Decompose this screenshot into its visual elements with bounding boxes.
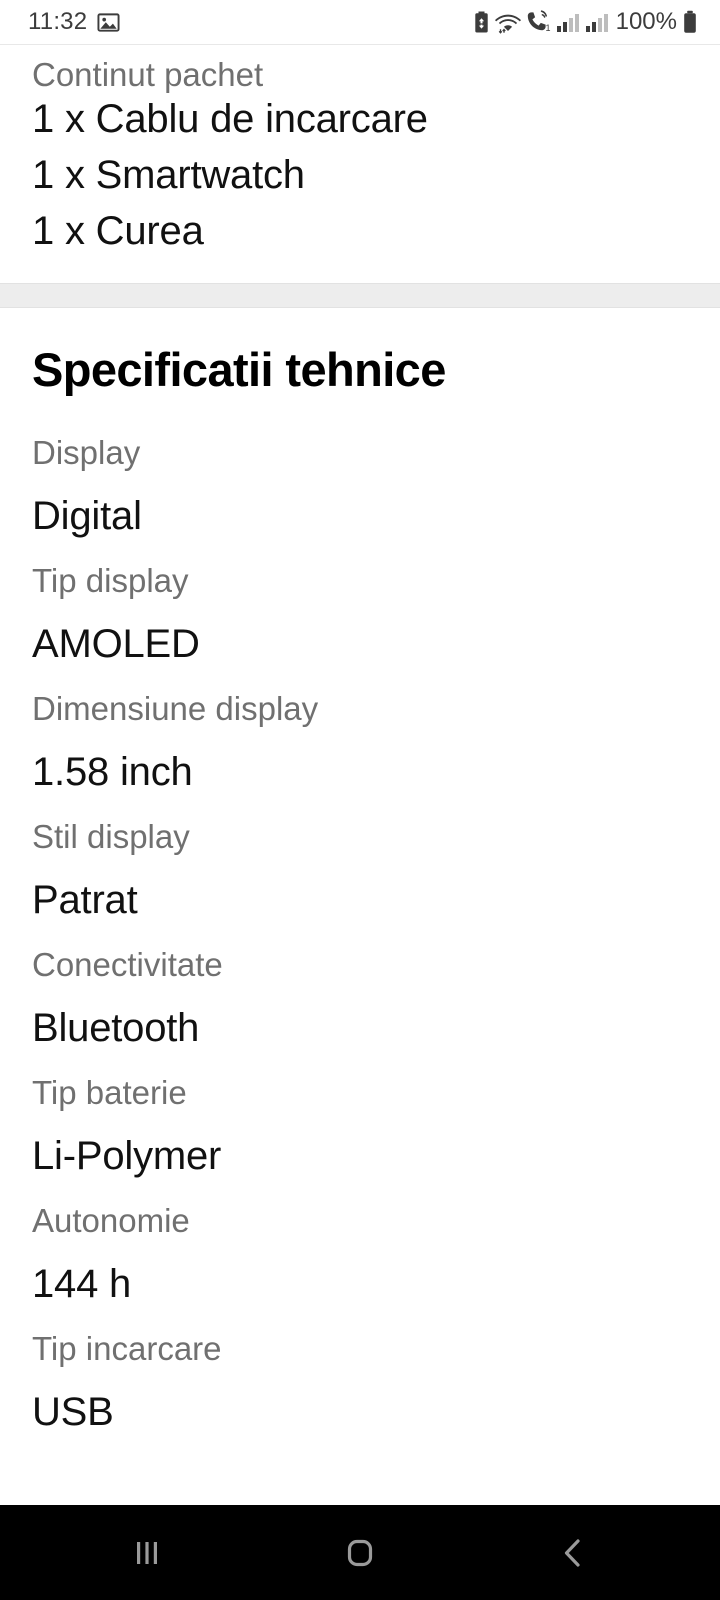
svg-text:1: 1 — [545, 23, 550, 33]
table-row: Conectivitate Bluetooth — [32, 933, 688, 1061]
signal-sim2-icon — [585, 10, 609, 34]
wifi-icon — [494, 10, 521, 34]
spec-value: 1.58 inch — [32, 750, 193, 794]
table-row: Dimensiune display 1.58 inch — [32, 677, 688, 805]
table-row: Autonomie 144 h — [32, 1189, 688, 1317]
screenshot-image-icon — [97, 11, 120, 34]
spec-value: Digital — [32, 494, 142, 538]
home-icon — [347, 1539, 373, 1566]
table-row: Tip incarcare USB — [32, 1317, 688, 1445]
battery-icon — [682, 10, 698, 34]
technical-specs-section: Specificatii tehnice Display Digital Tip… — [0, 308, 720, 1445]
table-row: Tip baterie Li-Polymer — [32, 1061, 688, 1189]
back-button[interactable] — [498, 1505, 648, 1600]
spec-value: USB — [32, 1390, 114, 1434]
home-button[interactable] — [285, 1505, 435, 1600]
recents-icon — [136, 1541, 157, 1564]
spec-label: Autonomie — [32, 1202, 190, 1239]
page-title: Specificatii tehnice — [32, 343, 446, 396]
back-chevron-icon — [565, 1538, 580, 1567]
list-item: 1 x Cablu de incarcare — [32, 97, 428, 141]
status-bar-left: 11:32 — [28, 10, 120, 34]
data-saver-icon — [473, 10, 490, 34]
status-bar-right: 1 100% — [473, 10, 698, 34]
spec-value: Patrat — [32, 878, 138, 922]
spec-value: 144 h — [32, 1262, 132, 1306]
volte-call-icon: 1 — [526, 10, 551, 34]
spec-label: Stil display — [32, 818, 190, 855]
android-navigation-bar — [0, 1505, 720, 1600]
table-row: Display Digital — [32, 421, 688, 549]
spec-value: Li-Polymer — [32, 1134, 222, 1178]
table-row: Tip display AMOLED — [32, 549, 688, 677]
spec-label: Conectivitate — [32, 946, 223, 983]
specs-list: Display Digital Tip display AMOLED Dimen… — [32, 393, 688, 1445]
product-detail-scroll-area[interactable]: Continut pachet 1 x Cablu de incarcare 1… — [0, 45, 720, 1505]
status-bar: 11:32 1 100% — [0, 0, 720, 45]
spec-value: AMOLED — [32, 622, 200, 666]
spec-label: Tip display — [32, 562, 189, 599]
battery-percent-label: 100% — [615, 8, 677, 35]
spec-label: Dimensiune display — [32, 690, 319, 727]
list-item: 1 x Curea — [32, 209, 204, 253]
package-contents-title: Continut pachet — [32, 56, 264, 93]
phone-screen: 11:32 1 100% Continut pachet 1 x Cablu d… — [0, 0, 720, 1600]
package-contents-section: Continut pachet 1 x Cablu de incarcare 1… — [0, 45, 720, 283]
status-bar-clock: 11:32 — [28, 8, 88, 35]
spec-label: Tip incarcare — [32, 1330, 222, 1367]
section-divider — [0, 283, 720, 308]
spec-label: Display — [32, 434, 141, 471]
recents-button[interactable] — [72, 1505, 222, 1600]
spec-label: Tip baterie — [32, 1074, 187, 1111]
table-row: Stil display Patrat — [32, 805, 688, 933]
spec-value: Bluetooth — [32, 1006, 200, 1050]
package-contents-list: 1 x Cablu de incarcare 1 x Smartwatch 1 … — [32, 91, 688, 259]
list-item: 1 x Smartwatch — [32, 153, 305, 197]
signal-sim1-icon — [556, 10, 580, 34]
